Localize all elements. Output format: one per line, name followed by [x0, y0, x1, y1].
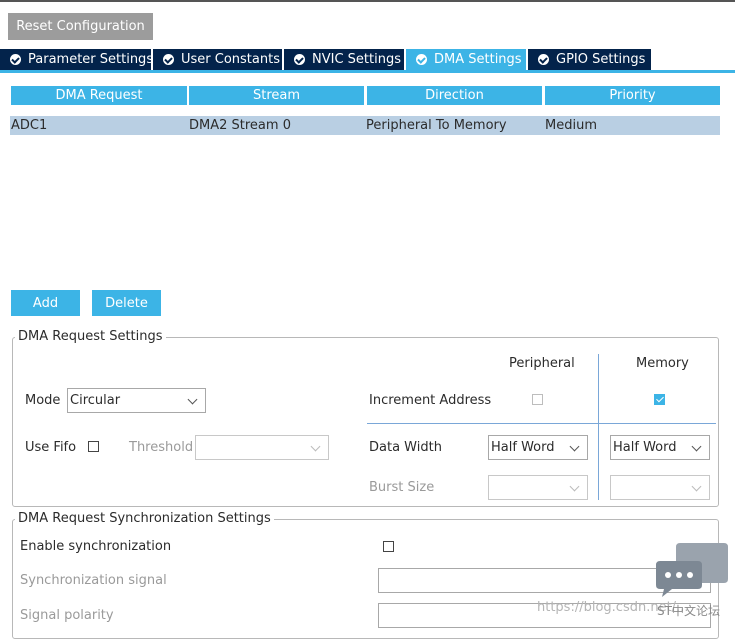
- mode-select[interactable]: Circular: [67, 388, 206, 413]
- chevron-down-icon: [569, 441, 580, 452]
- column-header-priority[interactable]: Priority: [545, 86, 720, 105]
- column-header-direction[interactable]: Direction: [367, 86, 542, 105]
- tab-nvic-settings[interactable]: NVIC Settings: [284, 49, 404, 70]
- check-circle-icon: [416, 54, 427, 65]
- check-circle-icon: [294, 54, 305, 65]
- chevron-down-icon: [569, 481, 580, 492]
- delete-button[interactable]: Delete: [92, 290, 161, 316]
- tab-label: Parameter Settings: [28, 52, 154, 67]
- data-width-memory-select[interactable]: Half Word: [610, 435, 710, 460]
- peripheral-header: Peripheral: [509, 356, 575, 371]
- tab-label: NVIC Settings: [312, 52, 401, 67]
- enable-sync-checkbox[interactable]: [383, 541, 394, 552]
- burst-size-memory-select[interactable]: [610, 475, 710, 500]
- column-divider: [598, 354, 599, 500]
- tab-dma-settings[interactable]: DMA Settings: [406, 49, 526, 70]
- burst-size-label: Burst Size: [369, 480, 435, 495]
- increment-peripheral-checkbox[interactable]: [532, 394, 543, 405]
- sync-signal-label: Synchronization signal: [20, 573, 167, 588]
- data-width-memory-value: Half Word: [613, 440, 677, 455]
- chevron-down-icon: [310, 441, 321, 452]
- add-button[interactable]: Add: [11, 290, 80, 316]
- chevron-down-icon: [187, 394, 198, 405]
- tab-user-constants[interactable]: User Constants: [153, 49, 282, 70]
- data-width-label: Data Width: [369, 440, 442, 455]
- mode-label: Mode: [25, 393, 61, 408]
- column-header-stream[interactable]: Stream: [189, 86, 364, 105]
- threshold-select[interactable]: [195, 435, 329, 460]
- increment-memory-checkbox[interactable]: [654, 394, 665, 405]
- cell-priority: Medium: [545, 118, 597, 133]
- group-title: DMA Request Settings: [15, 329, 166, 344]
- cell-direction: Peripheral To Memory: [366, 118, 507, 133]
- settings-tab-bar: Parameter Settings User Constants NVIC S…: [0, 49, 653, 70]
- table-row[interactable]: ADC1 DMA2 Stream 0 Peripheral To Memory …: [10, 116, 720, 135]
- window-top-border: [0, 0, 735, 2]
- enable-sync-label: Enable synchronization: [20, 539, 172, 554]
- check-circle-icon: [10, 54, 21, 65]
- reset-configuration-button[interactable]: Reset Configuration: [8, 13, 153, 40]
- logo-text: ST中文论坛: [657, 604, 720, 618]
- tab-parameter-settings[interactable]: Parameter Settings: [0, 49, 154, 70]
- memory-header: Memory: [636, 356, 689, 371]
- chat-bubble-logo-icon: [656, 543, 728, 597]
- column-header-dma-request[interactable]: DMA Request: [11, 86, 187, 105]
- increment-address-label: Increment Address: [369, 393, 492, 408]
- group-title: DMA Request Synchronization Settings: [15, 511, 274, 526]
- signal-polarity-label: Signal polarity: [20, 608, 114, 623]
- burst-size-peripheral-select[interactable]: [488, 475, 588, 500]
- cell-dma-request: ADC1: [11, 118, 48, 133]
- check-circle-icon: [538, 54, 549, 65]
- row-divider: [367, 423, 716, 424]
- tab-gpio-settings[interactable]: GPIO Settings: [528, 49, 651, 70]
- data-width-peripheral-select[interactable]: Half Word: [488, 435, 588, 460]
- cell-stream: DMA2 Stream 0: [189, 118, 291, 133]
- tab-label: DMA Settings: [434, 52, 522, 67]
- check-circle-icon: [163, 54, 174, 65]
- use-fifo-checkbox[interactable]: [88, 441, 99, 452]
- threshold-label: Threshold: [129, 440, 194, 455]
- tab-underline: [0, 70, 735, 73]
- tab-label: User Constants: [181, 52, 280, 67]
- mode-value: Circular: [70, 393, 121, 408]
- tab-label: GPIO Settings: [556, 52, 646, 67]
- chevron-down-icon: [691, 441, 702, 452]
- use-fifo-label: Use Fifo: [25, 440, 77, 455]
- chevron-down-icon: [691, 481, 702, 492]
- data-width-peripheral-value: Half Word: [491, 440, 555, 455]
